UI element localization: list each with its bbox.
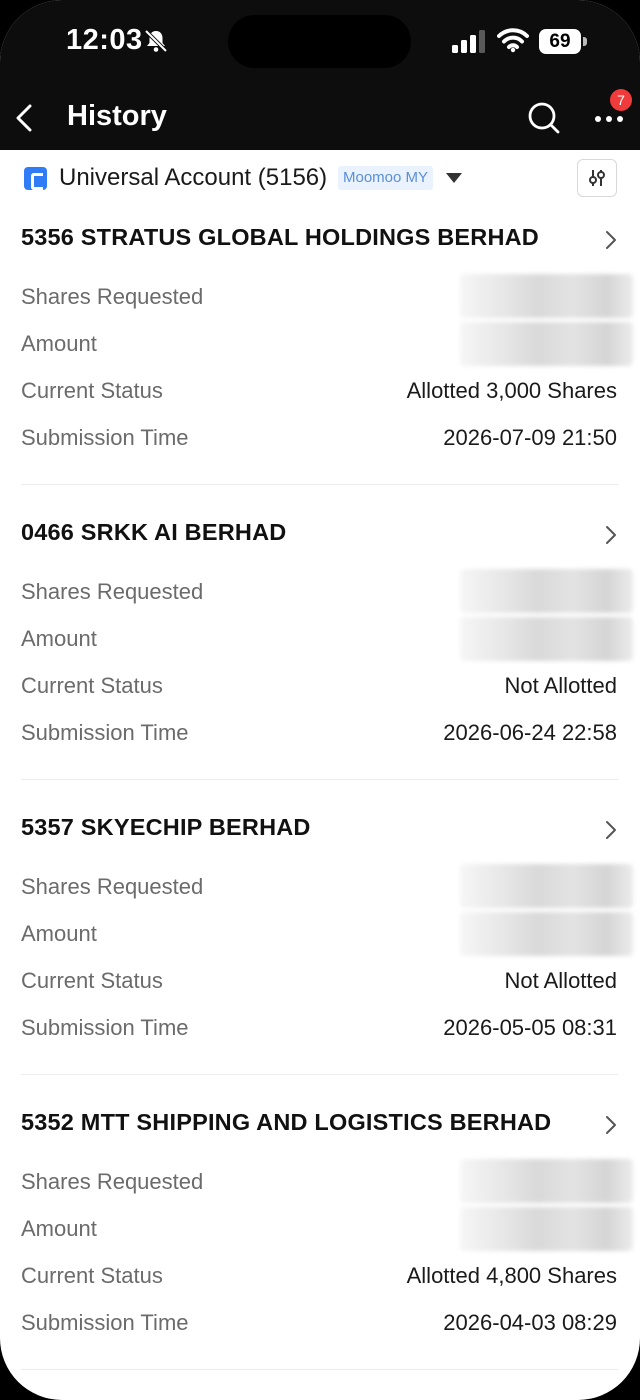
redacted-shares-value xyxy=(460,569,633,613)
shares-requested-label: Shares Requested xyxy=(21,284,204,309)
chevron-right-icon[interactable] xyxy=(602,1114,620,1136)
submission-time-label: Submission Time xyxy=(21,1310,189,1335)
application-title[interactable]: 5352 MTT SHIPPING AND LOGISTICS BERHAD xyxy=(21,1109,551,1136)
current-status-row: Current Status Not Allotted xyxy=(0,968,640,1012)
current-status-value: Allotted 3,000 Shares xyxy=(406,378,617,403)
broker-tag: Moomoo MY xyxy=(338,166,434,190)
redacted-amount-value xyxy=(460,322,633,366)
chevron-right-icon[interactable] xyxy=(602,524,620,546)
application-card[interactable]: 5357 SKYECHIP BERHAD Shares Requested Am… xyxy=(0,796,640,1091)
submission-time-value: 2026-06-24 22:58 xyxy=(443,720,617,745)
redacted-shares-value xyxy=(460,1159,633,1203)
current-status-value: Not Allotted xyxy=(504,968,617,993)
submission-time-row: Submission Time 2026-06-24 22:58 xyxy=(0,720,640,764)
card-divider xyxy=(21,484,618,485)
application-card[interactable]: 5352 MTT SHIPPING AND LOGISTICS BERHAD S… xyxy=(0,1091,640,1386)
submission-time-label: Submission Time xyxy=(21,425,189,450)
amount-label: Amount xyxy=(21,1216,97,1241)
cellular-signal-icon xyxy=(452,30,485,53)
filter-button[interactable] xyxy=(577,159,617,197)
top-bar: 12:03 69 History 7 xyxy=(0,0,640,150)
search-icon[interactable] xyxy=(527,101,561,135)
application-title[interactable]: 5357 SKYECHIP BERHAD xyxy=(21,814,311,841)
current-status-label: Current Status xyxy=(21,1263,163,1288)
battery-tip xyxy=(583,37,587,46)
amount-label: Amount xyxy=(21,921,97,946)
notification-badge: 7 xyxy=(610,89,632,111)
account-logo-icon xyxy=(24,167,47,190)
amount-label: Amount xyxy=(21,626,97,651)
current-status-value: Allotted 4,800 Shares xyxy=(406,1263,617,1288)
shares-requested-label: Shares Requested xyxy=(21,1169,204,1194)
chevron-right-icon[interactable] xyxy=(602,229,620,251)
phone-screen: 12:03 69 History 7 Universal Account (51… xyxy=(0,0,640,1400)
submission-time-value: 2026-05-05 08:31 xyxy=(443,1015,617,1040)
current-status-value: Not Allotted xyxy=(504,673,617,698)
application-card[interactable]: 0466 SRKK AI BERHAD Shares Requested Amo… xyxy=(0,501,640,796)
current-status-label: Current Status xyxy=(21,673,163,698)
submission-time-label: Submission Time xyxy=(21,1015,189,1040)
card-divider xyxy=(21,779,618,780)
wifi-icon xyxy=(497,28,529,53)
current-status-row: Current Status Not Allotted xyxy=(0,673,640,717)
submission-time-row: Submission Time 2026-05-05 08:31 xyxy=(0,1015,640,1059)
battery-level: 69 xyxy=(539,29,581,54)
application-title[interactable]: 0466 SRKK AI BERHAD xyxy=(21,519,286,546)
account-name: Universal Account (5156) xyxy=(59,164,328,191)
dynamic-island xyxy=(228,15,411,68)
back-chevron-icon[interactable] xyxy=(10,100,40,136)
redacted-amount-value xyxy=(460,1207,633,1251)
chevron-right-icon[interactable] xyxy=(602,819,620,841)
submission-time-row: Submission Time 2026-07-09 21:50 xyxy=(0,425,640,469)
application-card[interactable]: 5356 STRATUS GLOBAL HOLDINGS BERHAD Shar… xyxy=(0,206,640,501)
shares-requested-label: Shares Requested xyxy=(21,874,204,899)
redacted-shares-value xyxy=(460,864,633,908)
submission-time-value: 2026-07-09 21:50 xyxy=(443,425,617,450)
current-status-row: Current Status Allotted 3,000 Shares xyxy=(0,378,640,422)
current-status-label: Current Status xyxy=(21,968,163,993)
filter-sliders-icon xyxy=(589,170,605,186)
status-time: 12:03 xyxy=(66,24,143,56)
shares-requested-label: Shares Requested xyxy=(21,579,204,604)
submission-time-value: 2026-04-03 08:29 xyxy=(443,1310,617,1335)
redacted-shares-value xyxy=(460,274,633,318)
bell-muted-icon xyxy=(144,29,168,53)
current-status-row: Current Status Allotted 4,800 Shares xyxy=(0,1263,640,1307)
dropdown-caret-icon[interactable] xyxy=(446,173,462,183)
card-divider xyxy=(21,1369,618,1370)
redacted-amount-value xyxy=(460,617,633,661)
account-selector[interactable]: Universal Account (5156) Moomoo MY xyxy=(0,150,640,206)
amount-label: Amount xyxy=(21,331,97,356)
card-divider xyxy=(21,1074,618,1075)
application-title[interactable]: 5356 STRATUS GLOBAL HOLDINGS BERHAD xyxy=(21,224,539,251)
current-status-label: Current Status xyxy=(21,378,163,403)
redacted-amount-value xyxy=(460,912,633,956)
submission-time-row: Submission Time 2026-04-03 08:29 xyxy=(0,1310,640,1354)
page-title: History xyxy=(67,100,167,132)
submission-time-label: Submission Time xyxy=(21,720,189,745)
battery-indicator: 69 xyxy=(539,29,587,54)
